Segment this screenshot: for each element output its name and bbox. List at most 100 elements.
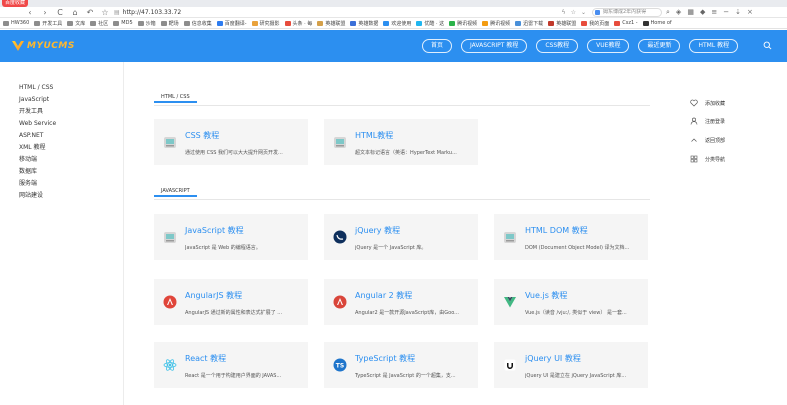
bookmark-item[interactable]: 英雄联盟 (317, 20, 345, 27)
right-toolbar-item[interactable]: 返回顶部 (690, 136, 725, 144)
sidebar-item[interactable]: 移动端 (0, 154, 123, 166)
section-tab[interactable]: HTML / CSS (154, 91, 197, 103)
tutorial-card[interactable]: React 教程 React 是一个用于构建用户界面的 JAVAS... (154, 342, 308, 388)
sidebar-item[interactable]: 服务端 (0, 178, 123, 190)
card-title[interactable]: jQuery 教程 (355, 225, 400, 236)
bookmark-star-icon[interactable]: ☆ (571, 9, 576, 16)
tutorial-card[interactable]: CSS 教程 通过使用 CSS 我们可以大大提升网页开发... (154, 119, 308, 165)
lightning-icon[interactable]: ϟ (562, 9, 566, 16)
tutorial-card[interactable]: JavaScript 教程 JavaScript 是 Web 的编程语言。 (154, 214, 308, 260)
bookmark-item[interactable]: 沙箱 (137, 20, 156, 27)
sidebar-item[interactable]: 网站建设 (0, 190, 123, 202)
browser-tab[interactable]: 百度收藏 (2, 0, 28, 7)
bookmark-item[interactable]: 文库 (67, 20, 85, 27)
close-icon[interactable]: × (747, 7, 753, 18)
search-icon[interactable] (763, 41, 772, 50)
restore-icon[interactable]: ⇣ (735, 7, 741, 18)
nav-link[interactable]: VUE教程 (587, 39, 630, 53)
bookmark-folder-icon (34, 20, 41, 26)
card-title[interactable]: HTML DOM 教程 (525, 225, 588, 236)
tutorial-card[interactable]: Angular 2 教程 Angular2 是一款开源JavaScript库，由G… (324, 279, 478, 325)
bookmark-item[interactable]: Csz1 - (614, 20, 638, 26)
logo-icon (12, 41, 24, 51)
nav-link[interactable]: HTML 教程 (689, 39, 739, 53)
nav-link[interactable]: 最近更新 (638, 39, 681, 53)
bookmark-item[interactable]: 开发工具 (34, 20, 62, 27)
bookmark-item[interactable]: 欢迎使用 (383, 20, 411, 27)
browser-search-input[interactable]: 姆东博成2年内获得 (592, 8, 662, 17)
reload-icon[interactable]: C (56, 7, 64, 18)
card-title[interactable]: Angular 2 教程 (355, 290, 412, 301)
card-title[interactable]: React 教程 (185, 353, 226, 364)
sidebar-item[interactable]: XML 教程 (0, 142, 123, 154)
minimize-icon[interactable]: − (723, 7, 729, 18)
bookmark-item[interactable]: 腾讯视频 (449, 20, 477, 27)
section-tab[interactable]: JAVASCRIPT (154, 185, 197, 197)
card-title[interactable]: Vue.js 教程 (525, 290, 567, 301)
bookmark-item[interactable]: 英雄数据 (350, 20, 378, 27)
bookmark-item[interactable]: MD5 (113, 20, 133, 26)
bookmark-folder-icon (67, 20, 74, 26)
bookmark-item[interactable]: 腾讯视频 (482, 20, 510, 27)
sidebar-item[interactable]: 开发工具 (0, 106, 123, 118)
sidebar-item[interactable]: JavaScript (0, 94, 123, 106)
extension-icon[interactable]: ◆ (700, 7, 705, 18)
site-logo[interactable]: MYUCMS (12, 40, 75, 52)
tutorial-card[interactable]: HTML教程 超文本标记语言（英语：HyperText Marku... (324, 119, 478, 165)
user-icon (690, 117, 698, 125)
menu-icon[interactable]: ≡ (711, 7, 717, 18)
card-title[interactable]: CSS 教程 (185, 130, 219, 141)
card-description: React 是一个用于构建用户界面的 JAVAS... (185, 373, 282, 379)
forward-icon[interactable]: › (41, 7, 49, 18)
bookmark-item[interactable]: 靶场 (160, 20, 179, 27)
nav-link[interactable]: JAVASCRIPT 教程 (461, 39, 528, 53)
bookmark-item[interactable]: 优酷 · 这 (416, 20, 444, 27)
bookmark-folder-icon (449, 20, 456, 26)
card-description: Angular2 是一款开源JavaScript库，由Goo... (355, 310, 459, 316)
card-title[interactable]: TypeScript 教程 (355, 353, 415, 364)
bookmark-item[interactable]: 百度翻译- (216, 20, 247, 27)
tutorial-card[interactable]: jQuery UI 教程 jQuery UI 是建立在 jQuery JavaSc… (494, 342, 648, 388)
card-title[interactable]: AngularJS 教程 (185, 290, 242, 301)
undo-icon[interactable]: ↶ (86, 7, 94, 18)
address-url[interactable]: http://47.103.33.72 (123, 9, 181, 16)
bookmark-item[interactable]: 信息收集 (183, 20, 212, 27)
dropdown-icon[interactable]: ⌄ (581, 9, 586, 16)
tutorial-card[interactable]: TS TypeScript 教程 TypeScript 是 JavaScript 的… (324, 342, 478, 388)
bookmark-item[interactable]: 头条 · 每 (284, 20, 312, 27)
card-title[interactable]: jQuery UI 教程 (525, 353, 581, 364)
card-title[interactable]: HTML教程 (355, 130, 393, 141)
tutorial-card[interactable]: HTML DOM 教程 DOM (Document Object Model) 译… (494, 214, 648, 260)
address-bar[interactable]: ▤ http://47.103.33.72 ϟ ☆ ⌄ (114, 8, 586, 17)
tutorial-card[interactable]: Vue.js 教程 Vue.js（读音 /vjuː/, 类似于 view） 是一套… (494, 279, 648, 325)
card-title[interactable]: JavaScript 教程 (185, 225, 244, 236)
magnifier-icon[interactable]: ⌕ (666, 7, 670, 18)
sidebar-item[interactable]: HTML / CSS (0, 82, 123, 94)
bookmark-item[interactable]: 迅雷下载 (515, 20, 543, 27)
bookmark-item[interactable]: 英雄联盟 (548, 20, 576, 27)
bookmark-item[interactable]: Home of (642, 20, 672, 26)
back-icon[interactable]: ‹ (26, 7, 34, 18)
sidebar-item[interactable]: 数据库 (0, 166, 123, 178)
nav-link[interactable]: 首页 (422, 39, 453, 53)
home-icon[interactable]: ⌂ (71, 7, 79, 18)
nav-link[interactable]: CSS教程 (536, 39, 579, 53)
right-toolbar-item[interactable]: 注册登录 (690, 117, 725, 125)
bookmark-item[interactable]: HW360 (3, 20, 29, 26)
bookmark-item[interactable]: 研究摄影 (251, 20, 280, 27)
sidebar-item[interactable]: Web Service (0, 118, 123, 130)
bookmark-label: 腾讯视频 (490, 20, 511, 27)
right-toolbar-label: 添加收藏 (705, 100, 726, 107)
browser-tabstrip: 百度收藏 (0, 0, 787, 7)
tutorial-card[interactable]: jQuery 教程 jQuery 是一个 JavaScript 库。 (324, 214, 478, 260)
sidebar-item[interactable]: ASP.NET (0, 130, 123, 142)
star-icon[interactable]: ☆ (101, 7, 109, 18)
bookmarks-bar: HW360 开发工具 文库 社区 MD5 沙箱 靶场 信息收集 百度翻译- 研究摄影 头条 · 每 英… (0, 18, 787, 29)
right-toolbar-item[interactable]: 分类导航 (690, 155, 725, 163)
bookmark-item[interactable]: 社区 (90, 20, 108, 27)
shield-icon[interactable]: ◈ (676, 7, 681, 18)
right-toolbar-item[interactable]: 添加收藏 (690, 99, 725, 107)
bookmark-item[interactable]: 我的页面 (581, 20, 609, 27)
tutorial-card[interactable]: AngularJS 教程 AngularJS 通过新的属性和表达式扩展了 ... (154, 279, 308, 325)
grid-apps-icon[interactable]: ▦ (687, 7, 694, 18)
